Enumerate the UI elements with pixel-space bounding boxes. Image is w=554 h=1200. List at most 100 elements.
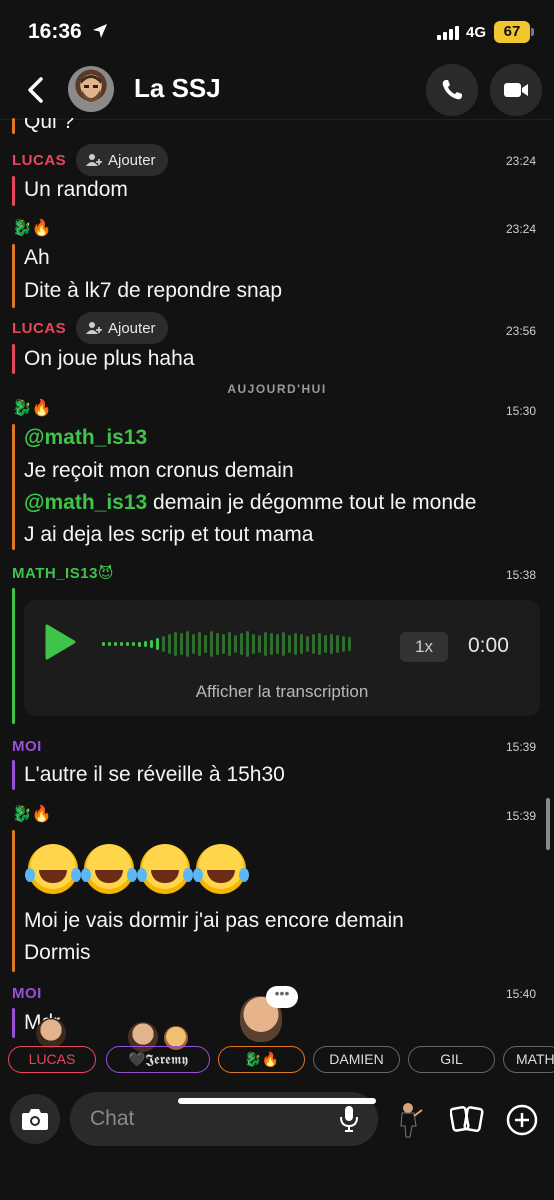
microphone-icon[interactable] — [338, 1105, 360, 1133]
message-time: 23:24 — [505, 154, 536, 168]
location-arrow-icon — [93, 24, 107, 38]
waveform-bar — [264, 632, 267, 656]
waveform-bar — [342, 636, 345, 652]
scrollbar[interactable] — [546, 798, 550, 850]
user-mention[interactable]: @math_is13 — [24, 426, 147, 450]
waveform-bar — [126, 642, 129, 646]
video-call-button[interactable] — [490, 64, 542, 116]
chat-header: La SSJ — [0, 64, 554, 120]
user-mention[interactable]: @math_is13 — [24, 491, 147, 514]
sender-name[interactable]: 🐉🔥 — [12, 804, 52, 824]
waveform-bar — [156, 638, 159, 650]
waveform-bar — [288, 635, 291, 653]
message-text: Dormis — [24, 941, 91, 964]
rofl-emoji-icon — [193, 844, 246, 894]
presence-chip[interactable]: 🐉🔥 — [218, 1046, 305, 1073]
signal-icon — [437, 26, 459, 40]
message-text: L'autre il se réveille à 15h30 — [24, 763, 285, 786]
bitmoji-sticker-icon[interactable] — [394, 1102, 424, 1138]
back-chevron-icon[interactable] — [22, 76, 50, 104]
message-bar — [12, 244, 15, 308]
day-divider: AUJOURD'HUI — [227, 382, 327, 396]
message-time: 15:30 — [505, 404, 536, 418]
message-bar — [12, 760, 15, 790]
chat-title[interactable]: La SSJ — [134, 73, 221, 104]
sender-name[interactable]: 🐉🔥 — [12, 218, 52, 238]
add-friend-label: Ajouter — [108, 151, 156, 169]
waveform-bar — [132, 642, 135, 646]
message-text: @math_is13 demain je dégomme tout le mon… — [24, 491, 476, 515]
play-icon[interactable] — [44, 624, 76, 660]
rofl-emoji-icon — [81, 844, 134, 894]
sender-name[interactable]: MOI — [12, 738, 42, 755]
add-friend-button[interactable]: Ajouter — [76, 144, 168, 176]
presence-chip[interactable]: MATH — [503, 1046, 554, 1073]
message-bar — [12, 588, 15, 724]
sender-name[interactable]: LUCAS — [12, 320, 66, 337]
add-person-icon — [86, 322, 102, 334]
battery-indicator: 67 — [494, 21, 534, 43]
waveform-bar — [312, 634, 315, 654]
message-time: 15:40 — [505, 987, 536, 1001]
waveform-bar — [192, 634, 195, 654]
group-avatar[interactable] — [68, 66, 114, 112]
waveform-bar — [198, 632, 201, 656]
cards-icon[interactable] — [450, 1104, 484, 1134]
chat-messages[interactable]: Qui ? LUCAS Ajouter 23:24 Un random 🐉🔥 2… — [0, 118, 554, 1084]
waveform-bar — [108, 642, 111, 646]
presence-bar: LUCAS 🖤𝕵𝖊𝖗𝖊𝖒𝖞 🐉🔥 DAMIEN GIL MATH — [0, 1046, 554, 1076]
presence-chip[interactable]: LUCAS — [8, 1046, 96, 1073]
waveform-bar — [162, 636, 165, 652]
sender-name[interactable]: MOI — [12, 985, 42, 1002]
message-text: Dite à lk7 de repondre snap — [24, 279, 282, 302]
waveform-bar — [258, 635, 261, 653]
status-bar: 16:36 4G 67 — [0, 0, 554, 64]
camera-button[interactable] — [10, 1094, 60, 1144]
message-time: 15:39 — [505, 740, 536, 754]
voice-note: 1x 0:00 Afficher la transcription — [24, 600, 540, 716]
message-time: 15:38 — [505, 568, 536, 582]
message-bar — [12, 424, 15, 550]
presence-chip[interactable]: DAMIEN — [313, 1046, 400, 1073]
message-text: On joue plus haha — [24, 347, 195, 370]
message-bar — [12, 830, 15, 972]
waveform-bar — [228, 632, 231, 656]
waveform[interactable] — [102, 624, 351, 664]
show-transcript-button[interactable]: Afficher la transcription — [24, 682, 540, 702]
waveform-bar — [270, 633, 273, 655]
add-friend-button[interactable]: Ajouter — [76, 312, 168, 344]
waveform-bar — [318, 633, 321, 655]
message-time: 23:56 — [505, 324, 536, 338]
waveform-bar — [252, 634, 255, 654]
plus-circle-icon[interactable] — [506, 1104, 538, 1136]
waveform-bar — [174, 632, 177, 656]
presence-chip[interactable]: GIL — [408, 1046, 495, 1073]
video-camera-icon — [504, 83, 528, 97]
voice-call-button[interactable] — [426, 64, 478, 116]
waveform-bar — [240, 633, 243, 655]
phone-icon — [442, 80, 462, 100]
voice-duration: 0:00 — [468, 634, 509, 657]
sender-name[interactable]: LUCAS — [12, 152, 66, 169]
waveform-bar — [306, 636, 309, 652]
playback-speed-button[interactable]: 1x — [400, 632, 448, 662]
waveform-bar — [282, 632, 285, 656]
message-text: Un random — [24, 178, 128, 201]
add-friend-label: Ajouter — [108, 319, 156, 337]
presence-chip[interactable]: 🖤𝕵𝖊𝖗𝖊𝖒𝖞 — [106, 1046, 210, 1073]
waveform-bar — [336, 635, 339, 653]
sender-name[interactable]: 🐉🔥 — [12, 398, 52, 418]
waveform-bar — [348, 637, 351, 651]
rofl-emoji-icon — [25, 844, 78, 894]
message-text: Je reçoit mon cronus demain — [24, 459, 294, 482]
message-bar — [12, 176, 15, 206]
message-text-rest: demain je dégomme tout le monde — [147, 491, 477, 514]
typing-bubble-icon: ••• — [266, 986, 298, 1008]
bitmoji-face-icon — [81, 75, 101, 102]
waveform-bar — [180, 633, 183, 655]
waveform-bar — [144, 641, 147, 647]
message-time: 15:39 — [505, 809, 536, 823]
waveform-bar — [114, 642, 117, 646]
chat-input[interactable] — [90, 1104, 320, 1134]
sender-name[interactable]: MATH_IS13😈 — [12, 564, 114, 582]
